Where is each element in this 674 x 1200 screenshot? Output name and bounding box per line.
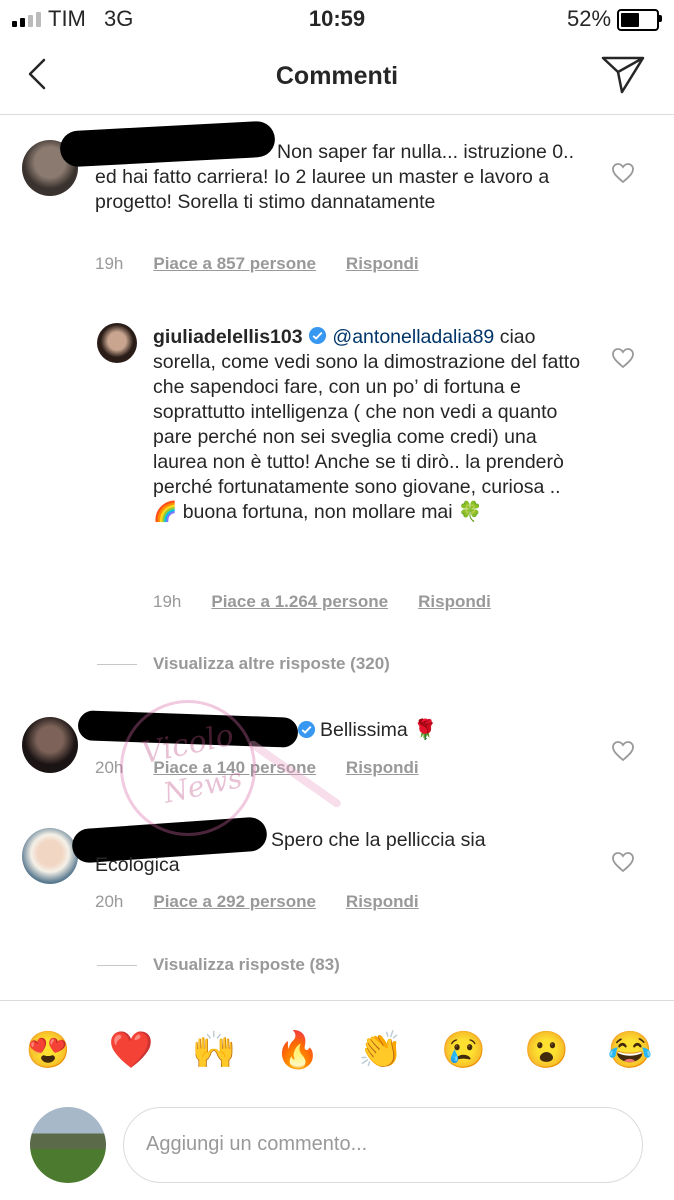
reply-link[interactable]: Rispondi xyxy=(346,892,419,912)
watermark-text: News xyxy=(160,761,245,810)
paper-plane-icon xyxy=(601,56,645,94)
heart-icon xyxy=(612,741,634,762)
heart-icon xyxy=(612,163,634,184)
mention-link[interactable]: @antonelladalia89 xyxy=(332,326,494,348)
comment-text: Non saper far nulla... istruzione 0.. ed… xyxy=(95,141,574,213)
view-more-replies[interactable]: Visualizza risposte (83) xyxy=(153,955,340,975)
comment-input[interactable]: Aggiungi un commento... xyxy=(123,1107,643,1183)
verified-badge-icon xyxy=(297,720,316,739)
avatar[interactable] xyxy=(97,323,137,363)
like-button[interactable] xyxy=(611,740,635,767)
likes-link[interactable]: Piace a 1.264 persone xyxy=(211,592,388,612)
heart-icon xyxy=(612,852,634,873)
heart-eyes-emoji-button[interactable]: 😍 xyxy=(24,1030,72,1070)
status-bar: TIM 3G 10:59 52% xyxy=(0,0,674,38)
heart-icon xyxy=(612,348,634,369)
comment-text: Bellissima 🌹 xyxy=(320,719,438,741)
emoji-bar: 😍 ❤️ 🙌 🔥 👏 😢 😮 😂 xyxy=(24,1030,654,1070)
reply-link[interactable]: Rispondi xyxy=(346,254,419,274)
view-more-line xyxy=(97,664,137,665)
laughing-emoji-button[interactable]: 😂 xyxy=(606,1030,654,1070)
watermark-text: Vicolo xyxy=(138,717,237,772)
avatar[interactable] xyxy=(22,717,78,773)
view-more-replies[interactable]: Visualizza altre risposte (320) xyxy=(153,654,390,674)
clapping-emoji-button[interactable]: 👏 xyxy=(357,1030,405,1070)
comment-meta: 19h Piace a 1.264 persone Rispondi xyxy=(153,592,491,612)
comment-age: 19h xyxy=(153,592,182,611)
page-title: Commenti xyxy=(275,62,399,90)
comment-age: 20h xyxy=(95,892,124,911)
battery-percent: 52% xyxy=(567,6,612,31)
likes-link[interactable]: Piace a 292 persone xyxy=(153,892,316,912)
nav-divider xyxy=(0,114,674,115)
avatar[interactable] xyxy=(22,828,78,884)
comment-meta: 19h Piace a 857 persone Rispondi xyxy=(95,254,419,274)
send-button[interactable] xyxy=(600,52,646,96)
comment-meta: 20h Piace a 292 persone Rispondi xyxy=(95,892,419,912)
red-heart-emoji-button[interactable]: ❤️ xyxy=(107,1030,155,1070)
reply-link[interactable]: Rispondi xyxy=(346,758,419,778)
username[interactable]: giuliadelellis103 xyxy=(153,326,303,348)
reply-link[interactable]: Rispondi xyxy=(418,592,491,612)
battery-icon xyxy=(617,9,659,31)
like-button[interactable] xyxy=(611,347,635,374)
user-avatar xyxy=(30,1107,106,1183)
view-more-line xyxy=(97,965,137,966)
comment-input-placeholder: Aggiungi un commento... xyxy=(146,1133,368,1155)
verified-badge-icon xyxy=(308,326,327,345)
surprised-emoji-button[interactable]: 😮 xyxy=(523,1030,571,1070)
verified-badge xyxy=(297,720,316,744)
reply-text-block: giuliadelellis103 @antonelladalia89 ciao… xyxy=(153,325,583,525)
battery-tip xyxy=(659,15,662,22)
comment-age: 19h xyxy=(95,254,124,273)
like-button[interactable] xyxy=(611,851,635,878)
comment-text: ciao sorella, come vedi sono la dimostra… xyxy=(153,326,581,523)
like-button[interactable] xyxy=(611,162,635,189)
emoji-bar-divider xyxy=(0,1000,674,1001)
crying-emoji-button[interactable]: 😢 xyxy=(440,1030,488,1070)
raised-hands-emoji-button[interactable]: 🙌 xyxy=(190,1030,238,1070)
likes-link[interactable]: Piace a 857 persone xyxy=(153,254,316,274)
fire-emoji-button[interactable]: 🔥 xyxy=(273,1030,321,1070)
watermark-logo: Vicolo News xyxy=(120,700,256,836)
comment-text: Spero che la pelliccia sia Ecologica xyxy=(95,829,486,876)
